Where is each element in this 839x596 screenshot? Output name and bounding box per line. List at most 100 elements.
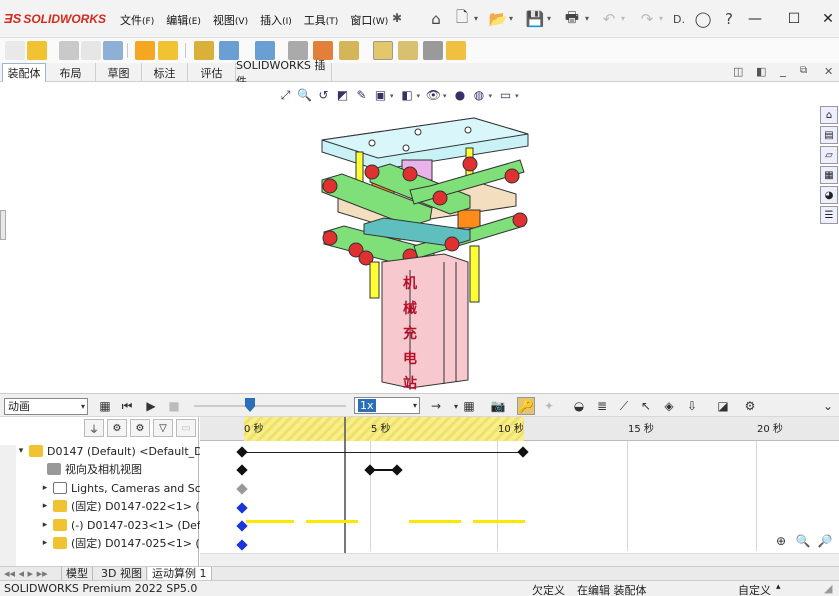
- tab-motion-study-1[interactable]: 运动算例 1: [148, 567, 212, 581]
- play-icon[interactable]: ▶: [142, 397, 160, 415]
- design-library-icon[interactable]: ▤: [820, 126, 838, 144]
- tile-pane-icon[interactable]: ◧: [756, 65, 766, 78]
- apply-scene-icon[interactable]: ◍: [470, 86, 489, 104]
- units-custom[interactable]: 自定义: [738, 582, 771, 596]
- pin-menu-icon[interactable]: ✱: [392, 11, 402, 25]
- results-and-plots-icon[interactable]: ◪: [714, 397, 732, 415]
- view-palette-icon[interactable]: ▦: [820, 166, 838, 184]
- gravity-icon[interactable]: ⇩: [683, 397, 701, 415]
- search-stub[interactable]: D.: [668, 9, 690, 29]
- resize-grip-icon[interactable]: ◢: [824, 582, 832, 595]
- timeline-ruler[interactable]: 0 秒 5 秒 10 秒 15 秒 20 秒: [200, 417, 839, 441]
- menu-view[interactable]: 视图(V): [209, 12, 252, 28]
- smart-fasteners-icon[interactable]: [135, 41, 155, 60]
- open-folder-icon[interactable]: 📂: [487, 9, 509, 29]
- units-dropdown-icon[interactable]: ▴: [776, 582, 781, 592]
- solidworks-logo[interactable]: ƎS SOLIDWORKS: [4, 11, 106, 26]
- damper-icon[interactable]: ⟋: [615, 397, 633, 415]
- zoom-to-area-icon[interactable]: 🔍: [295, 86, 314, 104]
- tab-markup[interactable]: 标注: [142, 63, 188, 82]
- spring-icon[interactable]: ≣: [593, 397, 611, 415]
- custom-properties-icon[interactable]: ☰: [820, 206, 838, 224]
- key-part-025[interactable]: [236, 539, 248, 551]
- display-style-dropdown-icon[interactable]: ▾: [417, 92, 421, 100]
- redo-icon[interactable]: ↷: [636, 9, 658, 29]
- previous-view-icon[interactable]: ↺: [314, 86, 333, 104]
- doc-close-icon[interactable]: ✕: [824, 65, 833, 78]
- tab-3d-views[interactable]: 3D 视图: [97, 567, 147, 581]
- linear-pattern-icon[interactable]: [103, 41, 123, 60]
- tree-scrollbar[interactable]: [0, 445, 16, 567]
- undo-icon[interactable]: ↶: [598, 9, 620, 29]
- user-account-icon[interactable]: ◯: [692, 9, 714, 29]
- motor-icon[interactable]: ◒: [570, 397, 588, 415]
- save-animation-icon[interactable]: ▦: [460, 397, 478, 415]
- new-document-icon[interactable]: 🗋: [451, 8, 473, 29]
- help-icon[interactable]: ?: [718, 9, 740, 29]
- save-dropdown-icon[interactable]: ▾: [547, 14, 555, 23]
- hide-show-dropdown-icon[interactable]: ▾: [443, 92, 447, 100]
- tab-scroll-buttons[interactable]: ◂◂ ◂ ▸ ▸▸: [0, 567, 62, 581]
- appearances-icon[interactable]: ◕: [820, 186, 838, 204]
- key-view-a[interactable]: [364, 464, 376, 476]
- hide-show-items-icon[interactable]: 👁: [424, 86, 443, 104]
- view-orientation-dropdown-icon[interactable]: ▾: [390, 92, 394, 100]
- graphics-area[interactable]: 机 械 充 电 站: [0, 82, 839, 393]
- close-button[interactable]: ✕: [816, 8, 839, 30]
- key-view-start[interactable]: [236, 464, 248, 476]
- insert-components-icon[interactable]: [27, 41, 47, 60]
- tab-addins[interactable]: SOLIDWORKS 插件: [236, 59, 332, 88]
- expand-arrow-icon[interactable]: ▸: [40, 520, 50, 530]
- doc-minimize-icon[interactable]: _: [780, 63, 786, 77]
- playback-speed-select[interactable]: 1x ▾: [354, 397, 420, 414]
- tab-assembly[interactable]: 装配体: [2, 63, 46, 82]
- redo-dropdown-icon[interactable]: ▾: [659, 14, 667, 23]
- doc-restore-icon[interactable]: ⧉: [800, 65, 807, 76]
- calculate-icon[interactable]: ▦: [96, 397, 114, 415]
- tab-sketch[interactable]: 草图: [96, 63, 142, 82]
- filter-selected-icon[interactable]: ⚙: [130, 419, 150, 437]
- key-assembly-end[interactable]: [517, 446, 529, 458]
- autokey-icon[interactable]: 🔑: [517, 397, 535, 415]
- new-dropdown-icon[interactable]: ▾: [474, 14, 482, 23]
- time-bar[interactable]: [344, 417, 346, 553]
- zoom-to-fit-icon[interactable]: ⤢: [276, 86, 295, 104]
- animation-wizard-icon[interactable]: 📷: [489, 397, 507, 415]
- large-assembly-icon[interactable]: [446, 41, 466, 60]
- edit-component-icon[interactable]: [5, 41, 25, 60]
- print-icon[interactable]: 🖶: [561, 8, 583, 29]
- move-component-icon[interactable]: [158, 41, 178, 60]
- view-settings-icon[interactable]: ▭: [496, 86, 515, 104]
- key-lights[interactable]: [236, 483, 248, 495]
- key-view-b[interactable]: [391, 464, 403, 476]
- playback-mode-icon[interactable]: →: [427, 397, 445, 415]
- solidworks-resources-icon[interactable]: ⌂: [820, 106, 838, 124]
- exploded-view-icon[interactable]: [339, 41, 359, 60]
- study-type-select[interactable]: 动画 ▾: [4, 398, 88, 415]
- filter-animated-icon[interactable]: ▭: [176, 419, 196, 437]
- show-hidden-icon[interactable]: [194, 41, 214, 60]
- minimize-button[interactable]: —: [743, 8, 767, 30]
- expand-arrow-icon[interactable]: ▸: [40, 538, 50, 548]
- add-update-key-icon[interactable]: ✦: [540, 397, 558, 415]
- home-icon[interactable]: ⌂: [425, 9, 447, 29]
- apply-scene-dropdown-icon[interactable]: ▾: [489, 92, 493, 100]
- filter-icon[interactable]: ⏚: [84, 419, 104, 437]
- zoom-to-fit-timeline-icon[interactable]: ⊕: [771, 532, 791, 550]
- key-part-022[interactable]: [236, 502, 248, 514]
- instant3d-icon[interactable]: [373, 41, 393, 60]
- open-dropdown-icon[interactable]: ▾: [509, 14, 517, 23]
- feature-manager-collapse-handle[interactable]: [0, 210, 6, 240]
- menu-tools[interactable]: 工具(T): [300, 12, 343, 28]
- expand-arrow-icon[interactable]: ▸: [40, 501, 50, 511]
- motion-timeline[interactable]: 0 秒 5 秒 10 秒 15 秒 20 秒: [200, 417, 839, 567]
- save-icon[interactable]: 💾: [524, 9, 546, 29]
- zoom-out-timeline-icon[interactable]: 🔎: [815, 532, 835, 550]
- timeline-horizontal-scrollbar[interactable]: [200, 553, 839, 566]
- filter-driving-icon[interactable]: ⚙: [107, 419, 127, 437]
- restore-pane-icon[interactable]: ◫: [733, 65, 743, 78]
- view-orientation-icon[interactable]: ▣: [371, 86, 390, 104]
- display-style-icon[interactable]: ◧: [398, 86, 417, 104]
- tab-evaluate[interactable]: 评估: [188, 63, 236, 82]
- tree-row-assembly[interactable]: ▾ D0147 (Default) <Default_Dis: [16, 442, 213, 460]
